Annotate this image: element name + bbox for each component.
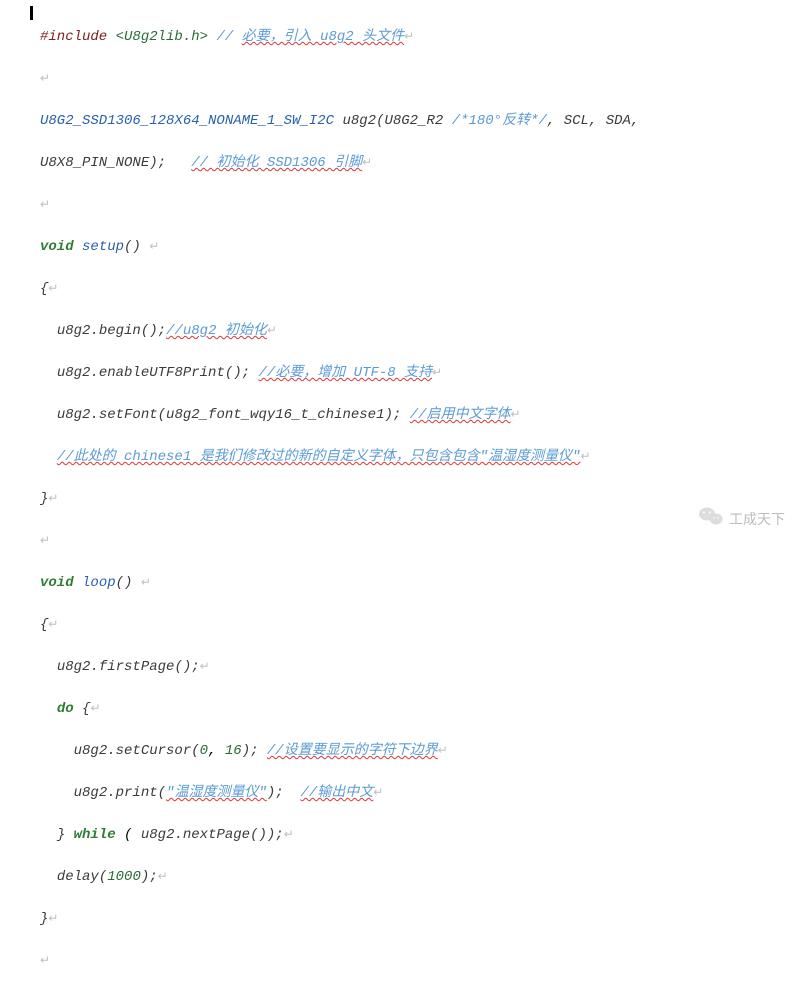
code-line: ↵ [40, 195, 803, 216]
code-line: } while ( u8g2.nextPage());↵ [40, 825, 803, 846]
code-line: u8g2.enableUTF8Print(); //必要，增加 UTF-8 支持… [40, 363, 803, 384]
wechat-icon [699, 506, 723, 532]
code-line: ↵ [40, 951, 803, 972]
text-cursor [30, 6, 33, 20]
code-line: ↵ [40, 69, 803, 90]
code-line: U8G2_SSD1306_128X64_NONAME_1_SW_I2C u8g2… [40, 111, 803, 132]
code-line: #include <U8g2lib.h> // 必要，引入 u8g2 头文件↵ [40, 27, 803, 48]
code-line: }↵ [40, 489, 803, 510]
code-line: u8g2.firstPage();↵ [40, 657, 803, 678]
code-line: do {↵ [40, 699, 803, 720]
code-line: U8X8_PIN_NONE); // 初始化 SSD1306 引脚↵ [40, 153, 803, 174]
code-block: #include <U8g2lib.h> // 必要，引入 u8g2 头文件↵ … [0, 0, 803, 993]
code-line: delay(1000);↵ [40, 867, 803, 888]
code-line: u8g2.setFont(u8g2_font_wqy16_t_chinese1)… [40, 405, 803, 426]
watermark-text: 工成天下 [729, 509, 785, 530]
code-line: u8g2.begin();//u8g2 初始化↵ [40, 321, 803, 342]
code-line: u8g2.setCursor(0, 16); //设置要显示的字符下边界↵ [40, 741, 803, 762]
code-line: ↵ [40, 531, 803, 552]
code-line: void loop() ↵ [40, 573, 803, 594]
code-line: //此处的 chinese1 是我们修改过的新的自定义字体，只包含包含"温湿度测… [40, 447, 803, 468]
code-line: {↵ [40, 615, 803, 636]
watermark: 工成天下 [699, 506, 785, 532]
code-line: void setup() ↵ [40, 237, 803, 258]
code-line: u8g2.print("温湿度测量仪"); //输出中文↵ [40, 783, 803, 804]
code-line: {↵ [40, 279, 803, 300]
code-line: }↵ [40, 909, 803, 930]
